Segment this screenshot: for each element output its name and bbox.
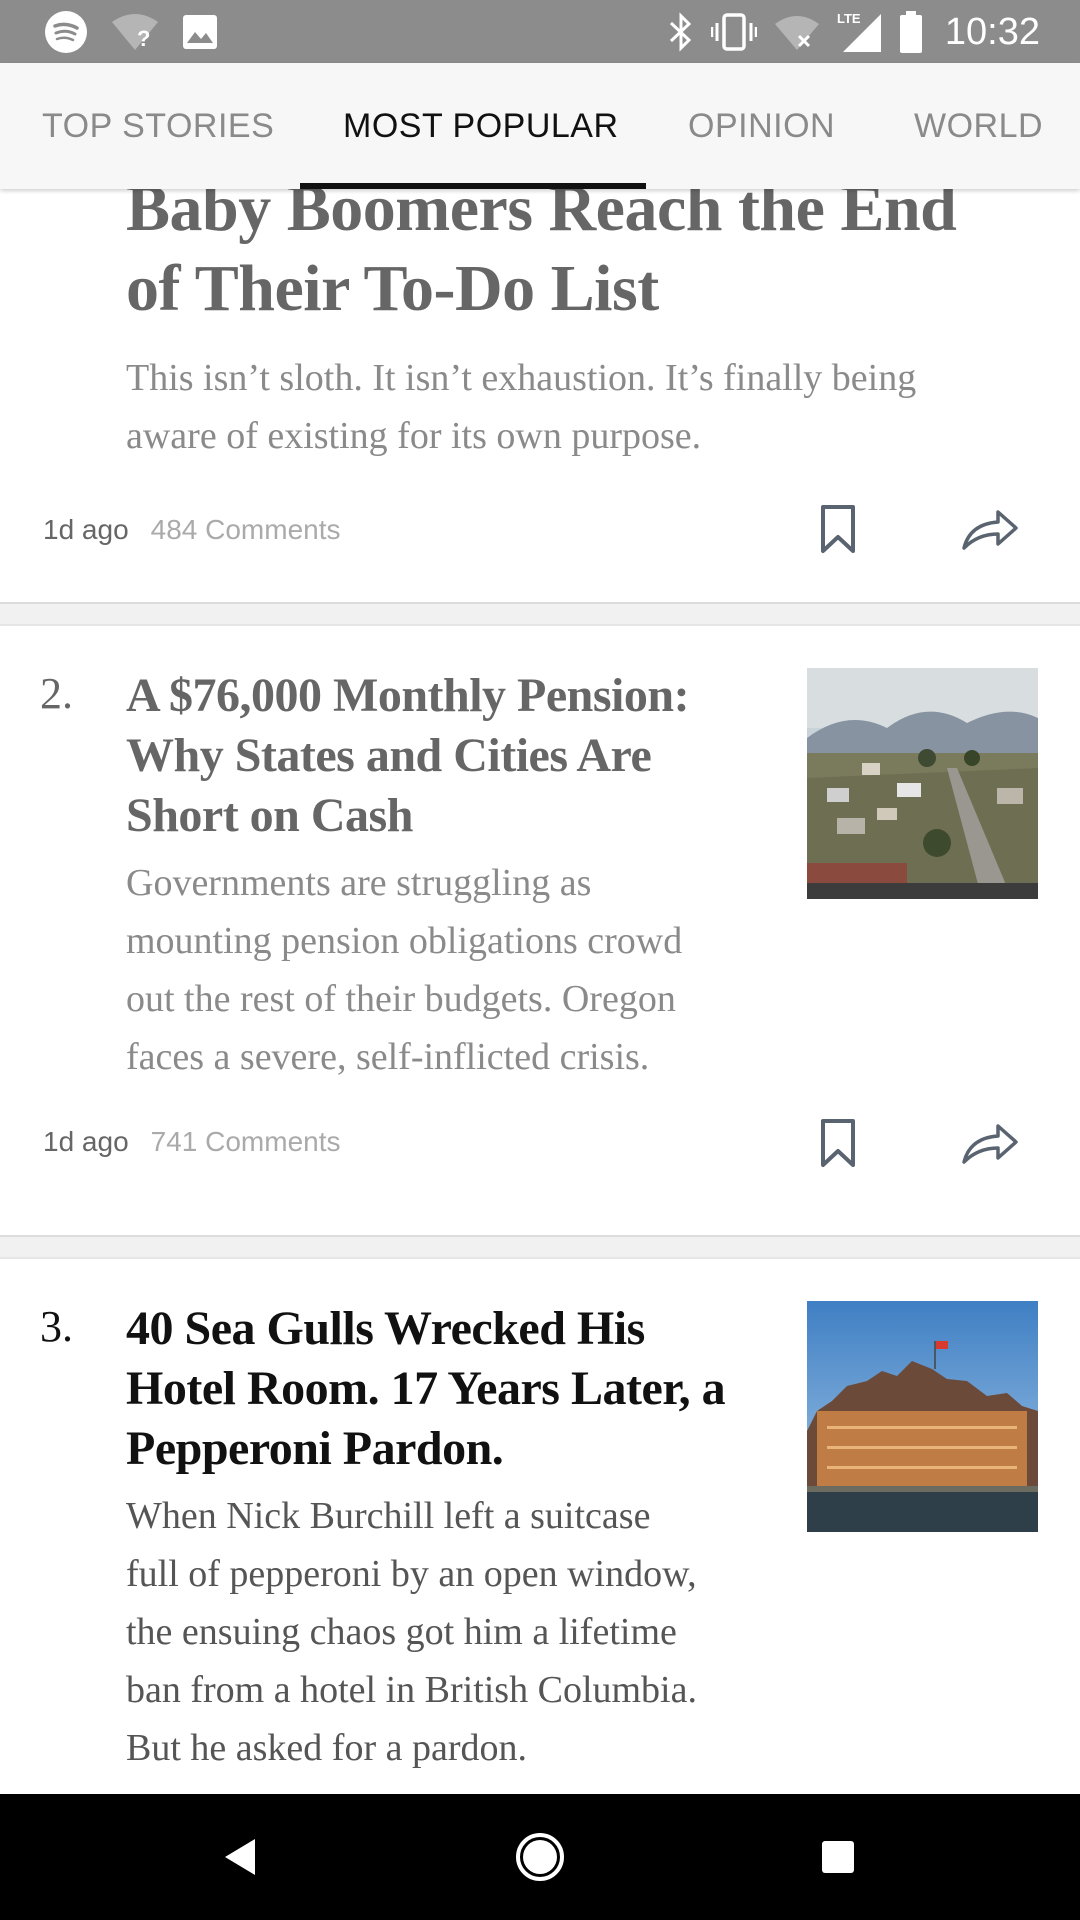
headline-line: Short on Cash — [126, 789, 413, 842]
article-headline[interactable]: 40 Sea Gulls Wrecked His Hotel Room. 17 … — [126, 1299, 776, 1479]
article-item[interactable]: 3. 40 Sea Gulls Wrecked His Hotel Room. … — [0, 1259, 1080, 1794]
article-meta: 1d ago 484 Comments — [43, 514, 341, 546]
system-nav-bar — [0, 1794, 1080, 1920]
bluetooth-icon — [669, 12, 692, 52]
share-icon[interactable] — [960, 1118, 1020, 1168]
share-icon[interactable] — [960, 504, 1020, 554]
battery-icon — [899, 11, 922, 53]
summary-line: When Nick Burchill left a suitcase — [126, 1495, 651, 1537]
article-rank: 2. — [40, 669, 73, 718]
status-bar: ? LTE 10:32 — [0, 0, 1080, 63]
status-right-icons: LTE 10:32 — [667, 6, 1040, 58]
tab-opinion[interactable]: OPINION — [688, 63, 835, 189]
summary-line: full of pepperoni by an open window, — [126, 1553, 697, 1595]
summary-line: But he asked for a pardon. — [126, 1727, 527, 1769]
article-item[interactable]: Baby Boomers Reach the End of Their To-D… — [0, 189, 1080, 602]
svg-text:?: ? — [137, 26, 150, 51]
article-time: 1d ago — [43, 1126, 129, 1157]
headline-line: Hotel Room. 17 Years Later, a — [126, 1362, 726, 1415]
article-summary: This isn’t sloth. It isn’t exhaustion. I… — [126, 349, 916, 465]
bookmark-icon[interactable] — [820, 504, 856, 554]
article-rank: 3. — [40, 1302, 73, 1351]
summary-line: This isn’t sloth. It isn’t exhaustion. I… — [126, 357, 917, 399]
wifi-off-icon — [774, 16, 819, 50]
town-hillside-photo[interactable] — [807, 668, 1038, 899]
summary-line: aware of existing for its own purpose. — [126, 415, 702, 457]
comments-link[interactable]: 484 Comments — [151, 514, 341, 546]
summary-line: mounting pension obligations crowd — [126, 920, 683, 962]
tab-world[interactable]: WORLD — [914, 63, 1043, 189]
summary-line: out the rest of their budgets. Oregon — [126, 978, 676, 1020]
vibrate-icon — [710, 13, 757, 51]
headline-line: Baby Boomers Reach the End — [126, 189, 957, 245]
summary-line: faces a severe, self-inflicted crisis. — [126, 1036, 650, 1078]
active-tab-indicator — [300, 183, 646, 189]
article-headline[interactable]: Baby Boomers Reach the End of Their To-D… — [126, 189, 957, 329]
summary-line: ban from a hotel in British Columbia. — [126, 1669, 697, 1711]
back-icon[interactable] — [222, 1837, 258, 1877]
article-item[interactable]: 2. A $76,000 Monthly Pension: Why States… — [0, 626, 1080, 1236]
article-list[interactable]: Baby Boomers Reach the End of Their To-D… — [0, 189, 1080, 1794]
article-headline[interactable]: A $76,000 Monthly Pension: Why States an… — [126, 666, 766, 846]
bookmark-icon[interactable] — [820, 1118, 856, 1168]
lte-label: LTE — [837, 11, 861, 26]
headline-line: Pepperoni Pardon. — [126, 1422, 504, 1475]
historic-hotel-photo[interactable] — [807, 1301, 1038, 1532]
tab-most-popular[interactable]: MOST POPULAR — [343, 63, 619, 189]
summary-line: Governments are struggling as — [126, 862, 592, 904]
comments-link[interactable]: 741 Comments — [151, 1126, 341, 1158]
lte-signal-icon: LTE — [837, 11, 881, 52]
recents-icon[interactable] — [820, 1839, 856, 1875]
status-time: 10:32 — [944, 10, 1040, 53]
headline-line: A $76,000 Monthly Pension: — [126, 669, 690, 722]
section-tab-bar: TOP STORIES MOST POPULAR OPINION WORLD — [0, 63, 1080, 189]
spotify-icon — [45, 11, 87, 53]
status-left-icons: ? — [44, 10, 218, 54]
article-divider — [0, 602, 1080, 626]
headline-line: of Their To-Do List — [126, 252, 659, 325]
article-divider — [0, 1235, 1080, 1259]
wifi-unknown-icon: ? — [112, 14, 158, 51]
article-meta: 1d ago 741 Comments — [43, 1126, 341, 1158]
image-icon — [183, 15, 217, 49]
tab-top-stories[interactable]: TOP STORIES — [42, 63, 274, 189]
article-summary: Governments are struggling as mounting p… — [126, 854, 786, 1086]
article-time: 1d ago — [43, 514, 129, 545]
headline-line: 40 Sea Gulls Wrecked His — [126, 1302, 645, 1355]
headline-line: Why States and Cities Are — [126, 729, 652, 782]
article-summary: When Nick Burchill left a suitcase full … — [126, 1487, 796, 1777]
home-icon[interactable] — [514, 1831, 566, 1883]
summary-line: the ensuing chaos got him a lifetime — [126, 1611, 677, 1653]
